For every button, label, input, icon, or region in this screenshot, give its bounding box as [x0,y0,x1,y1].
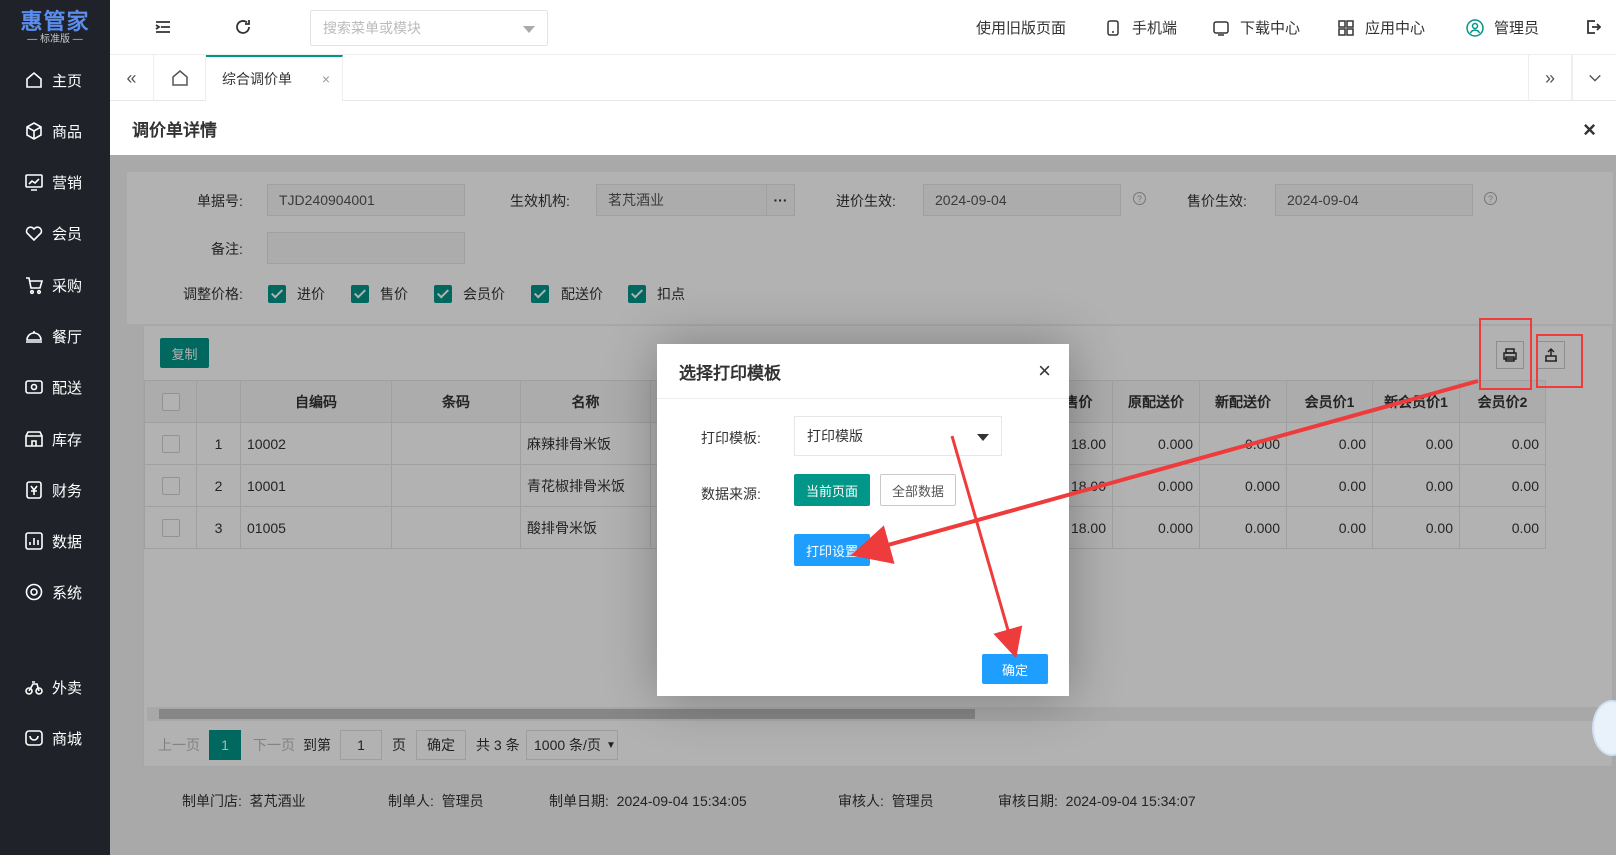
logout-button[interactable] [1580,14,1606,40]
dialog-title: 选择打印模板 [657,344,1069,399]
sidebar-item-members[interactable]: 会员 [0,207,110,259]
double-chevron-right-icon: » [1544,67,1555,88]
sidebar-item-marketing[interactable]: 营销 [0,156,110,208]
sidebar-item-inventory[interactable]: 库存 [0,413,110,465]
sidebar-item-system[interactable]: 系统 [0,566,110,618]
dialog-ok-button[interactable]: 确定 [982,654,1048,684]
home-icon [171,70,188,86]
box-icon [26,122,42,140]
all-data-button[interactable]: 全部数据 [880,474,956,506]
home-icon [26,71,42,88]
page-title: 调价单详情 [132,120,217,140]
yen-icon [26,481,42,499]
heart-icon [25,226,43,242]
template-label: 打印模板: [701,430,761,446]
tab-close-icon[interactable]: × [322,71,330,87]
delivery-icon [25,380,43,394]
chart-icon [25,174,43,191]
dialog-close-icon[interactable]: × [1038,358,1051,384]
download-icon [1213,20,1229,36]
app-center-link[interactable]: 应用中心 [1337,17,1425,38]
sidebar-item-mall[interactable]: 商城 [0,712,110,764]
page-close-icon[interactable]: × [1583,117,1596,143]
dish-icon [26,331,42,343]
sidebar-item-restaurant[interactable]: 餐厅 [0,310,110,362]
bike-icon [25,681,43,695]
data-source-label: 数据来源: [701,486,761,502]
refresh-button[interactable] [230,14,256,40]
sidebar-item-home[interactable]: 主页 [0,54,110,106]
current-page-button[interactable]: 当前页面 [794,474,870,506]
top-header: 搜索菜单或模块 使用旧版页面 手机端 下载中心 应用中心 管理员 [110,0,1616,55]
chevron-down-icon [977,434,989,441]
sidebar-item-data[interactable]: 数据 [0,515,110,567]
stats-icon [25,532,43,550]
settings-icon [25,583,43,601]
sidebar-item-purchase[interactable]: 采购 [0,259,110,311]
tab-bar: « 综合调价单 × » [110,55,1616,101]
template-select[interactable]: 打印模版 [794,416,1002,456]
menu-search-input[interactable]: 搜索菜单或模块 [310,10,548,46]
logout-icon [1587,20,1602,34]
user-menu[interactable]: 管理员 [1466,17,1539,38]
logo: 惠管家 — 标准版 — [20,8,90,45]
annotation-box-export [1536,334,1583,388]
user-icon [1466,18,1484,37]
tab-scroll-left-button[interactable]: « [110,55,154,101]
sidebar-item-goods[interactable]: 商品 [0,105,110,157]
annotation-box-print [1479,318,1532,390]
refresh-icon [236,20,250,34]
menu-toggle-button[interactable] [150,14,176,40]
tab-home[interactable] [154,55,206,101]
apps-icon [1338,19,1354,36]
sidebar-item-finance[interactable]: 财务 [0,464,110,516]
store-icon [25,431,43,447]
sidebar-item-takeaway[interactable]: 外卖 [0,661,110,713]
print-settings-button[interactable]: 打印设置 [794,534,870,566]
download-center-link[interactable]: 下载中心 [1212,17,1300,38]
phone-icon [1107,19,1119,36]
edition-label: — 标准版 — [27,33,83,45]
cart-icon [26,277,44,295]
double-chevron-left-icon: « [126,67,137,88]
print-template-dialog: 选择打印模板 × 打印模板: 打印模版 数据来源: 当前页面 全部数据 打印设置… [657,344,1069,696]
tab-scroll-right-button[interactable]: » [1528,55,1572,101]
mall-icon [25,730,43,746]
collapse-menu-icon [155,21,170,33]
chevron-down-icon [1588,74,1601,82]
sidebar: 惠管家 — 标准版 — 主页 商品 营销 会员 采购 餐厅 配送 库存 财务 数… [0,0,110,855]
tab-options-button[interactable] [1572,55,1616,101]
sidebar-item-delivery[interactable]: 配送 [0,361,110,413]
mobile-link[interactable]: 手机端 [1104,17,1177,38]
chevron-down-icon [523,26,535,33]
tab-price-adjustment[interactable]: 综合调价单 × [206,55,343,101]
old-version-link[interactable]: 使用旧版页面 [976,17,1066,38]
page-header: 调价单详情 × [110,101,1616,155]
